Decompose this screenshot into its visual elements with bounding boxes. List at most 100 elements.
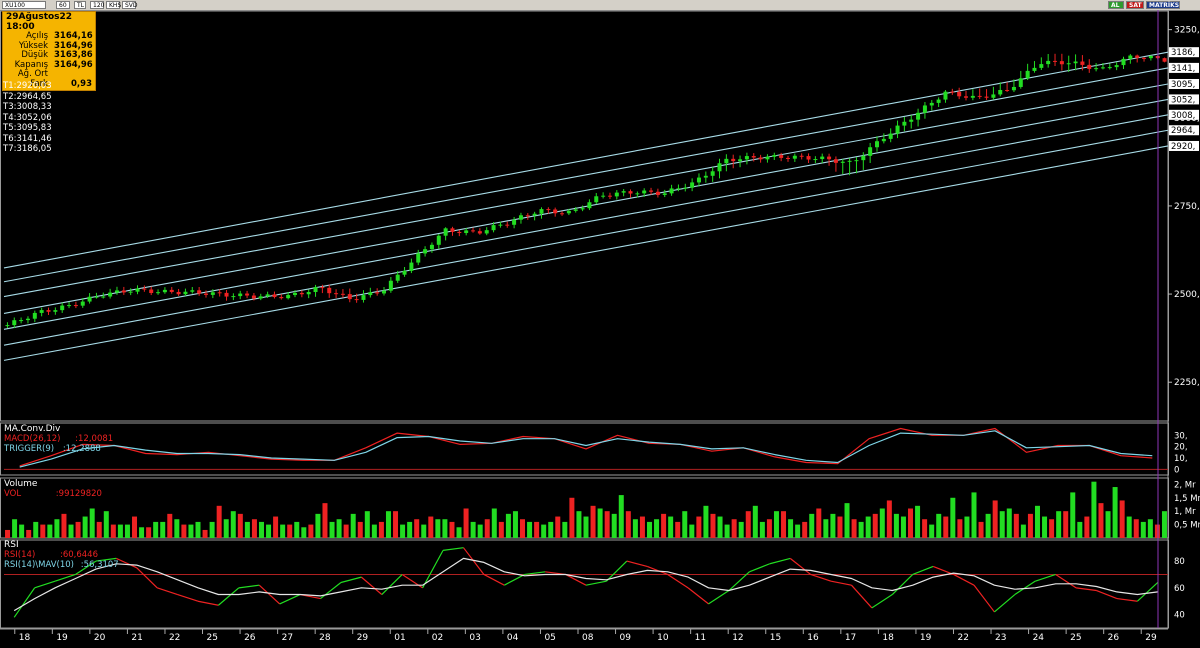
mode-field[interactable]: KHS <box>106 1 121 9</box>
volume-bar <box>668 516 674 538</box>
candle-body <box>868 147 873 156</box>
volume-bar <box>682 511 688 538</box>
trigger-line-label: TRIGGER(9) <box>4 444 55 454</box>
volume-bar <box>181 524 187 538</box>
trigger-line-value: :12,2888 <box>62 444 101 454</box>
buy-button[interactable]: AL <box>1108 1 1124 9</box>
channel-value-labels: 3186, 3141, 3095, 3052, 3008, 2964, 2920, <box>1169 47 1199 152</box>
candle-body <box>970 95 975 98</box>
candle-body <box>231 296 236 298</box>
volume-bar <box>971 492 977 538</box>
candle-body <box>382 290 387 294</box>
rsi-tick-label: 80 <box>1174 557 1185 567</box>
volume-bar <box>788 519 794 538</box>
currency-field[interactable]: TL <box>74 1 86 9</box>
x-tick-label: 16 <box>807 633 819 643</box>
candle-body <box>32 312 37 319</box>
trend-channel-line <box>3 98 1169 315</box>
candle-body <box>1005 89 1010 91</box>
volume-bar <box>230 511 236 538</box>
sell-button[interactable]: SAT <box>1126 1 1144 9</box>
volume-tick-label: 1, Mr <box>1174 507 1196 517</box>
volume-bar <box>1119 500 1125 538</box>
candle-body <box>621 191 626 193</box>
volume-bar <box>244 521 250 538</box>
candle-body <box>224 292 229 297</box>
volume-bar <box>47 524 53 538</box>
channel-value-label: 3008, <box>1171 111 1195 121</box>
x-tick-label: 19 <box>920 633 932 643</box>
volume-bar <box>19 524 25 538</box>
candle-body <box>779 155 784 158</box>
candle-body <box>813 159 818 161</box>
volume-bar <box>393 511 399 538</box>
volume-bar <box>752 505 758 538</box>
candle-body <box>957 91 962 97</box>
volume-bar <box>251 519 257 538</box>
rsi-segment <box>851 584 873 609</box>
level-t2: T2:2964,65 <box>3 91 52 102</box>
candle-body <box>423 249 428 254</box>
volume-bar <box>738 521 744 538</box>
volume-bar <box>498 521 504 538</box>
rsi-segment <box>462 547 485 575</box>
rsi-segment <box>238 584 260 589</box>
rsi-segment <box>912 565 934 576</box>
candle-body <box>210 292 215 295</box>
volume-bar <box>816 508 822 538</box>
volume-bar <box>781 511 787 538</box>
candle-body <box>724 158 729 164</box>
macd-tick-label: 0 <box>1174 465 1179 475</box>
matriks-button[interactable]: MATRİKS <box>1146 1 1180 9</box>
candle-body <box>1018 78 1023 87</box>
candle-body <box>854 160 859 162</box>
volume-bar <box>809 513 815 538</box>
symbol-field[interactable]: XU100 <box>2 1 46 9</box>
vol-label: VOL <box>4 489 22 499</box>
period-field[interactable]: 60 <box>56 1 70 9</box>
x-tick-label: 26 <box>1108 633 1120 643</box>
volume-bar <box>625 511 631 538</box>
x-tick-label: 20 <box>94 633 106 643</box>
chart-canvas: 3250,3000,2750,2500,2250,30,20,10,02, Mr… <box>0 10 1200 643</box>
candle-body <box>991 94 996 98</box>
volume-bar <box>103 511 109 538</box>
rsi-tick-label: 40 <box>1174 611 1185 621</box>
x-tick-label: 29 <box>357 633 369 643</box>
volume-bar <box>900 516 906 538</box>
candle-body <box>1039 64 1044 68</box>
volume-title: Volume <box>4 479 38 489</box>
bar-count-field[interactable]: 120 <box>90 1 104 9</box>
x-tick-label: 04 <box>507 633 519 643</box>
rsi-segment <box>422 550 444 589</box>
candle-body <box>1162 58 1167 62</box>
candle-body <box>1025 70 1030 79</box>
volume-bar <box>731 519 737 538</box>
volume-bar <box>294 521 300 538</box>
volume-bar <box>308 524 314 538</box>
rsi-segment <box>606 560 628 582</box>
volume-bar <box>1126 516 1132 538</box>
volume-bar <box>1006 508 1012 538</box>
volume-bar <box>266 524 272 538</box>
trend-channel-line <box>3 114 1169 330</box>
volume-bar <box>689 524 695 538</box>
candle-body <box>293 292 297 296</box>
macd-line-label: MACD(26,12) <box>4 434 61 444</box>
volume-bar <box>745 511 751 538</box>
candle-body <box>676 188 681 190</box>
volume-bar <box>26 529 32 538</box>
volume-bar <box>879 508 885 538</box>
volume-bar <box>223 519 229 538</box>
volume-bar <box>1084 516 1090 538</box>
candle-body <box>409 262 414 271</box>
candle-body <box>135 288 140 292</box>
candle-body <box>1114 65 1119 68</box>
x-tick-label: 25 <box>1070 633 1081 643</box>
price-tick-label: 3250, <box>1174 26 1200 36</box>
volume-bar <box>407 521 413 538</box>
candle-body <box>80 301 85 306</box>
candle-body <box>895 125 900 134</box>
scale-field[interactable]: SVD <box>122 1 138 9</box>
channel-value-label: 2920, <box>1171 142 1195 152</box>
